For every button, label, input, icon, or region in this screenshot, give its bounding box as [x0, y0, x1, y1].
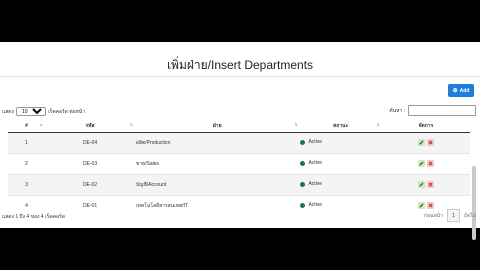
plus-icon: ⊕ — [452, 88, 458, 94]
search-control: ค้นหา : — [389, 105, 476, 116]
row-actions — [417, 181, 434, 188]
cell-actions — [381, 132, 470, 154]
column-header-actions-label: จัดการ — [418, 123, 434, 129]
cell-actions — [381, 174, 470, 196]
table-info: แสดง 1 ถึง 4 ของ 4 เร็คคอร์ด — [2, 214, 65, 220]
cell-code: DE-03 — [45, 153, 135, 175]
sort-icon: ⇅ — [129, 122, 133, 127]
status-badge: Active — [300, 139, 322, 145]
cell-number: 2 — [8, 153, 46, 175]
column-header-number-label: # — [25, 123, 28, 129]
column-header-number[interactable]: # ▲ — [8, 120, 46, 133]
table-footer: แสดง 1 ถึง 4 ของ 4 เร็คคอร์ด ก่อนหน้า 1 … — [2, 208, 476, 222]
column-header-code-label: รหัส — [85, 123, 95, 129]
edit-icon[interactable] — [417, 139, 425, 146]
column-header-actions: จัดการ — [381, 120, 470, 133]
status-dot-icon — [300, 202, 306, 208]
divider — [0, 76, 480, 77]
pagination: ก่อนหน้า 1 ถัดไป — [424, 209, 476, 222]
table-row: 1 DE-04 ผลิต/Production Active — [8, 132, 470, 154]
cell-number: 3 — [8, 174, 46, 196]
vertical-scrollbar[interactable] — [472, 166, 476, 240]
table-row: 3 DE-02 บัญชี/Account Active — [8, 174, 470, 196]
row-actions — [417, 160, 434, 167]
cell-code: DE-02 — [45, 174, 135, 196]
app-screen: เพิ่มฝ่าย/Insert Departments ⊕ Add แสดง … — [0, 42, 480, 240]
sort-icon: ⇅ — [294, 122, 298, 127]
column-header-department-label: ฝ่าย — [212, 123, 222, 129]
column-header-status-label: สถานะ — [333, 123, 349, 129]
sort-icon: ⇅ — [376, 122, 380, 127]
table-header-row: # ▲ รหัส ⇅ ฝ่าย ⇅ สถานะ ⇅ จัดการ — [8, 120, 470, 133]
cell-number: 1 — [8, 132, 46, 154]
cell-department: ผลิต/Production — [134, 132, 300, 154]
column-header-department[interactable]: ฝ่าย ⇅ — [134, 120, 300, 133]
delete-icon[interactable] — [426, 160, 434, 167]
delete-icon[interactable] — [426, 181, 434, 188]
cell-status: Active — [299, 174, 382, 196]
length-prefix: แสดง — [2, 108, 14, 115]
status-dot-icon — [300, 139, 306, 145]
column-header-code[interactable]: รหัส ⇅ — [45, 120, 135, 133]
page-number-button[interactable]: 1 — [447, 209, 461, 222]
page-title: เพิ่มฝ่าย/Insert Departments — [166, 58, 314, 72]
cell-status: Active — [299, 132, 382, 154]
edit-icon[interactable] — [417, 160, 425, 167]
table-row: 2 DE-03 ขาย/Sales Active — [8, 153, 470, 175]
cell-actions — [381, 153, 470, 175]
cell-department: ขาย/Sales — [134, 153, 300, 175]
length-suffix: เร็คคอร์ด ต่อหน้า — [47, 108, 86, 115]
sort-asc-icon: ▲ — [39, 122, 44, 127]
cell-code: DE-04 — [45, 132, 135, 154]
status-badge: Active — [300, 160, 322, 166]
column-header-status[interactable]: สถานะ ⇅ — [299, 120, 382, 133]
status-dot-icon — [300, 160, 306, 166]
status-badge: Active — [300, 181, 322, 187]
status-dot-icon — [300, 181, 306, 187]
add-button[interactable]: ⊕ Add — [448, 84, 474, 97]
delete-icon[interactable] — [426, 139, 434, 146]
row-actions — [417, 139, 434, 146]
search-label: ค้นหา : — [389, 107, 405, 114]
cell-status: Active — [299, 153, 382, 175]
status-text: Active — [308, 139, 323, 146]
search-input[interactable] — [408, 105, 476, 116]
next-page-button[interactable]: ถัดไป — [464, 212, 476, 220]
cell-department: บัญชี/Account — [134, 174, 300, 196]
status-text: Active — [308, 160, 323, 167]
table-toolbar: แสดง 10 เร็คคอร์ด ต่อหน้า ค้นหา : — [2, 105, 476, 117]
page-length-control: แสดง 10 เร็คคอร์ด ต่อหน้า — [2, 107, 85, 116]
edit-icon[interactable] — [417, 181, 425, 188]
departments-table: # ▲ รหัส ⇅ ฝ่าย ⇅ สถานะ ⇅ จัดการ 1 DE-04… — [8, 120, 470, 216]
page-length-select[interactable]: 10 — [15, 107, 46, 116]
status-text: Active — [308, 181, 323, 188]
add-button-label: Add — [459, 87, 470, 94]
previous-page-button[interactable]: ก่อนหน้า — [424, 212, 443, 220]
